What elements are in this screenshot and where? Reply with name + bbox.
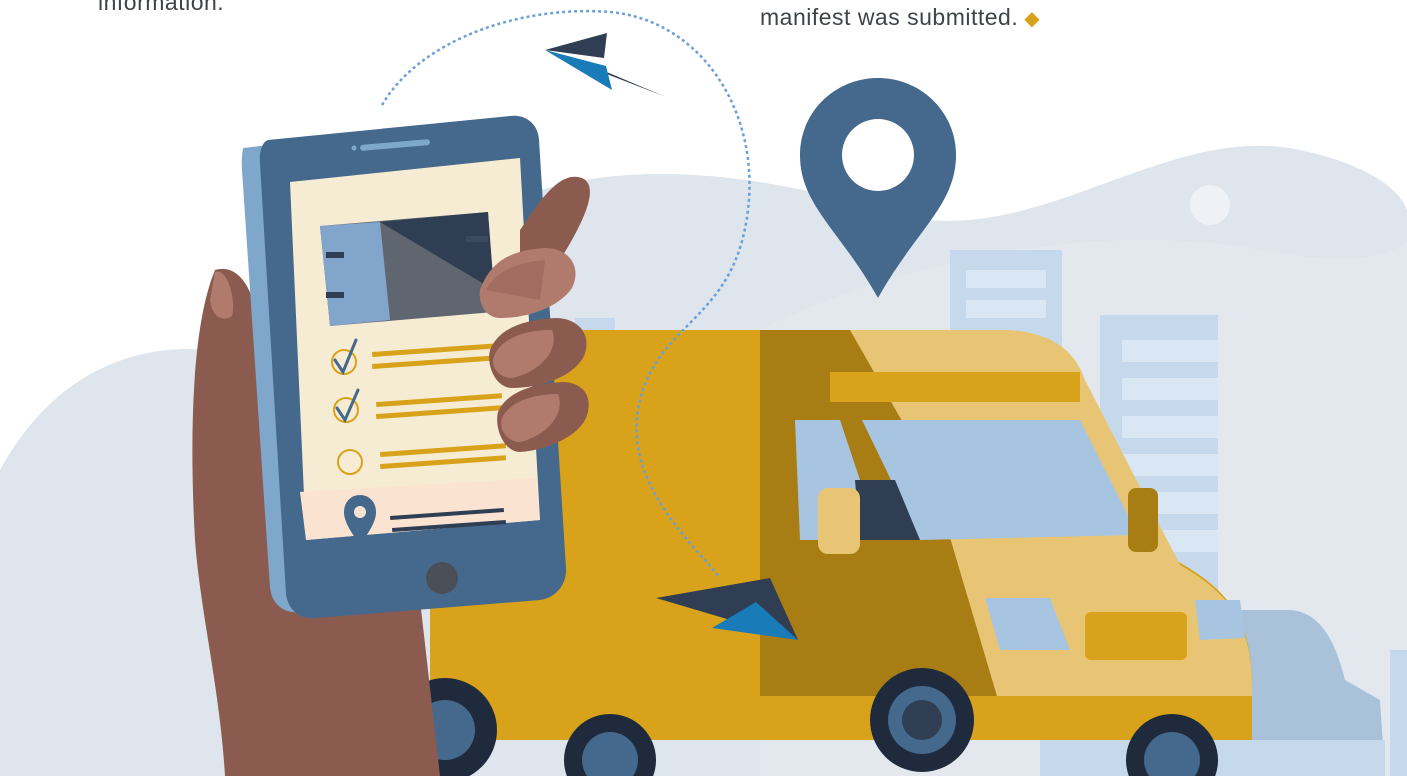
delivery-illustration <box>0 9 1407 776</box>
sun-circle <box>1190 185 1230 225</box>
van-wheel-front <box>870 668 974 772</box>
phone-home-button <box>426 562 458 594</box>
paper-plane-icon-top <box>545 33 666 97</box>
caption-right: manifest was submitted. ◆ <box>760 3 1040 33</box>
caption-left-text: information. <box>98 0 225 15</box>
diamond-marker-icon: ◆ <box>1024 8 1041 30</box>
caption-right-text: manifest was submitted. <box>760 4 1019 30</box>
phone-screen-box-image <box>320 212 494 326</box>
